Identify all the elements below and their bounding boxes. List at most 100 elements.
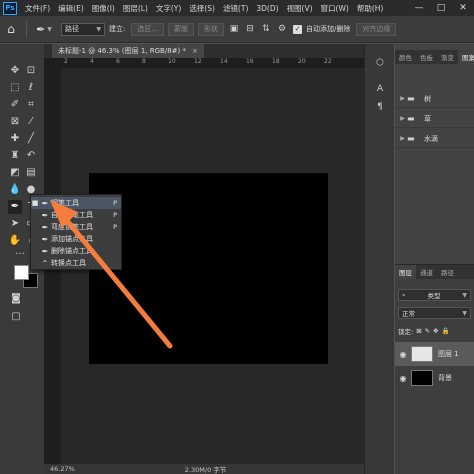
lock-all-icon[interactable]: 🔒 — [442, 327, 450, 335]
menu-select[interactable]: 选择(S) — [185, 3, 219, 14]
close-tab-icon[interactable]: × — [192, 47, 198, 55]
make-selection-button[interactable]: 选区... — [131, 22, 165, 36]
tab-channels[interactable]: 通道 — [416, 267, 437, 277]
ruler-label: 6 — [116, 58, 120, 65]
layer-thumbnail — [411, 346, 433, 362]
make-mask-button[interactable]: 蒙版 — [168, 22, 195, 36]
tab-color[interactable]: 颜色 — [395, 52, 416, 62]
flyout-item-convert-point[interactable]: ⌃ 转换点工具 — [31, 257, 121, 269]
frame-tool-icon[interactable]: ⊠ — [8, 115, 22, 129]
document-canvas[interactable] — [89, 173, 328, 364]
flyout-item-pen[interactable]: ■ ✒ 钢笔工具 P — [31, 197, 121, 209]
flyout-item-delete-anchor[interactable]: ✒ 删除锚点工具 — [31, 245, 121, 257]
paragraph-panel-icon[interactable]: ¶ — [373, 100, 387, 114]
menu-3d[interactable]: 3D(D) — [252, 4, 282, 13]
menu-help[interactable]: 帮助(H) — [353, 3, 388, 14]
search-icon: ⌕ — [402, 290, 406, 299]
lock-pixels-icon[interactable]: ✎ — [425, 327, 430, 335]
menu-edit[interactable]: 编辑(E) — [54, 3, 88, 14]
minimize-button[interactable]: — — [408, 3, 430, 13]
convert-point-icon: ⌃ — [41, 258, 49, 268]
chevron-right-icon: ▶ — [400, 135, 405, 142]
eraser-tool-icon[interactable]: ◩ — [8, 166, 22, 180]
maximize-button[interactable]: □ — [430, 3, 452, 13]
crop-tool-icon[interactable]: ⌗ — [24, 98, 38, 112]
gear-icon[interactable]: ⚙ — [275, 24, 289, 34]
quick-mask-icon[interactable]: ◙ — [9, 292, 23, 306]
tab-layers[interactable]: 图层 — [395, 265, 416, 279]
flyout-item-freeform-pen[interactable]: ✒ 自由钢笔工具 P — [31, 209, 121, 221]
menu-window[interactable]: 窗口(W) — [317, 3, 353, 14]
quick-select-tool-icon[interactable]: ✐ — [8, 98, 22, 112]
gradient-tool-icon[interactable]: ▤ — [24, 166, 38, 180]
move-tool-icon[interactable]: ✥ — [8, 64, 22, 78]
menu-layer[interactable]: 图层(L) — [119, 3, 152, 14]
hand-tool-icon[interactable]: ✋ — [8, 234, 22, 248]
make-shape-button[interactable]: 形状 — [198, 22, 225, 36]
tab-swatches[interactable]: 色板 — [416, 52, 437, 62]
brush-tool-icon[interactable]: ╱ — [24, 132, 38, 146]
blend-mode-select[interactable]: 正常 ▼ — [398, 307, 471, 319]
delete-anchor-icon: ✒ — [41, 246, 49, 256]
curvature-pen-icon: ✒ — [41, 222, 49, 232]
layer-row-1[interactable]: ◉ 图层 1 — [395, 342, 474, 366]
pen-tool-icon[interactable]: ✒ — [8, 200, 22, 214]
chevron-down-icon: ▼ — [462, 309, 467, 317]
pattern-group-water[interactable]: ▶ ▬ 水滴 — [395, 130, 474, 148]
visibility-eye-icon[interactable]: ◉ — [395, 374, 411, 383]
align-edges-button[interactable]: 对齐边缘 — [356, 22, 397, 36]
chevron-right-icon: ▶ — [400, 95, 405, 102]
healing-brush-tool-icon[interactable]: ✚ — [8, 132, 22, 146]
foreground-color-swatch[interactable] — [14, 265, 29, 280]
close-window-button[interactable]: ✕ — [452, 3, 474, 13]
path-arrangement-icon[interactable]: ⇅ — [259, 24, 273, 34]
options-bar: ⌂ ✒ ▼ 路径 ▼ 建立: 选区... 蒙版 形状 ▣ ⊟ ⇅ ⚙ ✓ 自动添… — [0, 16, 474, 43]
home-icon[interactable]: ⌂ — [0, 22, 22, 36]
zoom-level[interactable]: 46.27% — [50, 465, 75, 473]
screen-mode-icon[interactable]: ▢ — [9, 310, 23, 324]
layer-filter-select[interactable]: ⌕ 类型 ▼ — [398, 289, 471, 301]
cube-icon[interactable]: ⬡ — [373, 56, 387, 70]
marquee-tool-icon[interactable]: ⬚ — [8, 81, 22, 95]
auto-add-delete-checkbox[interactable]: ✓ — [293, 24, 303, 34]
visibility-eye-icon[interactable]: ◉ — [395, 350, 411, 359]
chevron-down-icon: ▼ — [462, 291, 467, 299]
tab-paths[interactable]: 路径 — [437, 267, 458, 277]
tool-preset-picker[interactable]: ✒ ▼ — [31, 23, 57, 36]
horizontal-ruler: 2 4 6 8 10 12 14 16 18 20 22 — [61, 58, 364, 68]
lasso-tool-icon[interactable]: ℓ — [24, 81, 38, 95]
lock-position-icon[interactable]: ✥ — [433, 327, 438, 335]
path-selection-tool-icon[interactable]: ➤ — [8, 217, 22, 231]
auto-add-delete-label: 自动添加/删除 — [306, 25, 351, 33]
layer-row-background[interactable]: ◉ 背景 — [395, 366, 474, 390]
tab-patterns[interactable]: 图案 — [458, 50, 474, 64]
tab-gradients[interactable]: 渐变 — [437, 52, 458, 62]
document-tab[interactable]: 未标题-1 @ 46.3% (图层 1, RGB/8#) * × — [52, 44, 204, 58]
menu-file[interactable]: 文件(F) — [21, 3, 54, 14]
eyedropper-tool-icon[interactable]: ⁄ — [24, 115, 38, 129]
menu-filter[interactable]: 滤镜(T) — [219, 3, 252, 14]
more-tools-icon[interactable]: ··· — [12, 249, 28, 260]
chevron-down-icon: ▼ — [47, 25, 52, 33]
pen-mode-select[interactable]: 路径 ▼ — [61, 22, 105, 36]
menu-type[interactable]: 文字(Y) — [152, 3, 185, 14]
pattern-group-tree[interactable]: ▶ ▬ 树 — [395, 90, 474, 108]
blur-tool-icon[interactable]: 💧 — [8, 183, 22, 197]
pattern-group-grass[interactable]: ▶ ▬ 草 — [395, 110, 474, 128]
character-panel-icon[interactable]: A — [373, 82, 387, 96]
document-tab-bar: 未标题-1 @ 46.3% (图层 1, RGB/8#) * × — [44, 44, 364, 58]
ruler-label: 22 — [324, 58, 332, 65]
add-anchor-icon: ✒ — [41, 234, 49, 244]
path-operations-icon[interactable]: ▣ — [227, 24, 241, 34]
swatches-tab-bar: 颜色 色板 渐变 图案 — [395, 50, 474, 64]
flyout-item-add-anchor[interactable]: ✒ 添加锚点工具 — [31, 233, 121, 245]
path-alignment-icon[interactable]: ⊟ — [243, 24, 257, 34]
clone-stamp-tool-icon[interactable]: ♜ — [8, 149, 22, 163]
menu-view[interactable]: 视图(V) — [283, 3, 317, 14]
flyout-item-curvature-pen[interactable]: ✒ 弯度钢笔工具 P — [31, 221, 121, 233]
folder-icon: ▬ — [407, 114, 415, 123]
lock-transparency-icon[interactable]: ⊠ — [416, 327, 421, 335]
artboard-tool-icon[interactable]: ⊡ — [24, 64, 38, 78]
menu-image[interactable]: 图像(I) — [88, 3, 119, 14]
history-brush-tool-icon[interactable]: ↶ — [24, 149, 38, 163]
